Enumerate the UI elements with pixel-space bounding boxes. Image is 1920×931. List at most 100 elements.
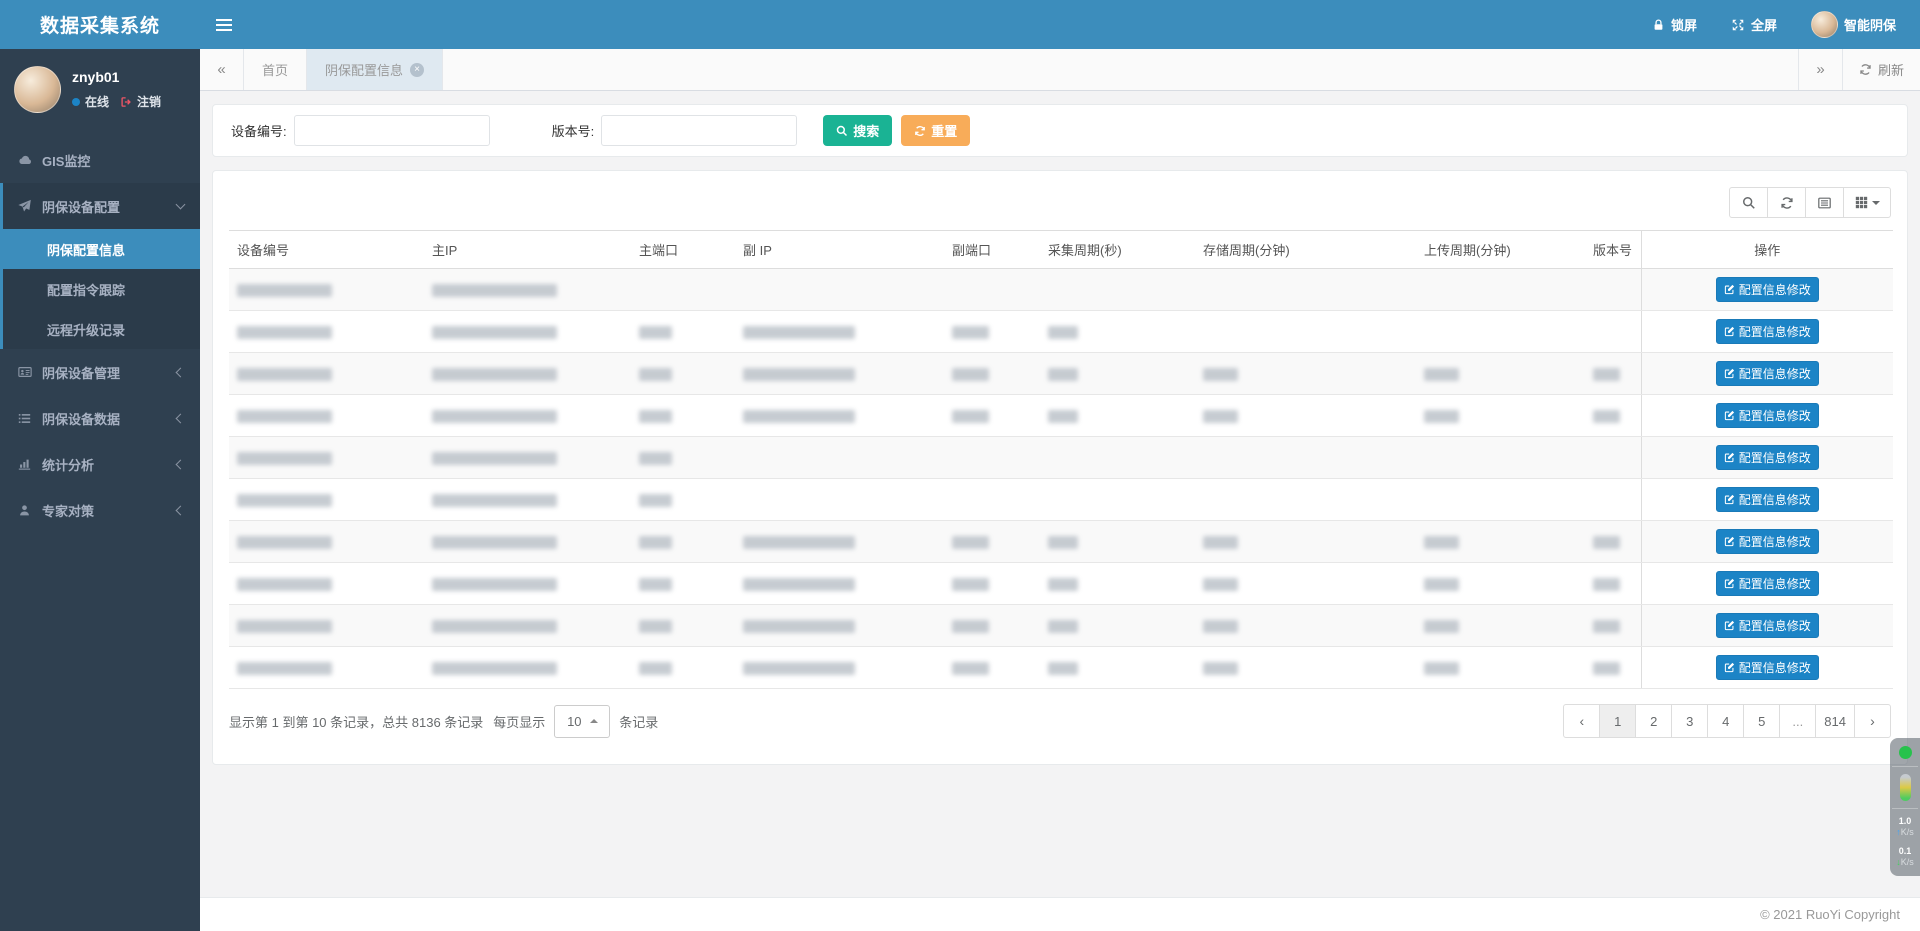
sidebar-item-expert-strategy[interactable]: 专家对策 [0,487,200,533]
table-row: 配置信息修改 [229,353,1893,395]
edit-icon [1724,578,1735,589]
tab-close-icon[interactable]: × [410,63,424,77]
edit-config-button[interactable]: 配置信息修改 [1716,361,1819,386]
net-monitor-widget[interactable]: 1.0 ↑K/s 0.1 ↓K/s [1890,738,1920,876]
table-row: 配置信息修改 [229,605,1893,647]
header-username: 智能阴保 [1844,15,1896,34]
list-icon [16,412,33,425]
page-button[interactable]: 5 [1743,704,1780,738]
per-page-prefix: 每页显示 [493,712,545,731]
edit-icon [1724,284,1735,295]
page-button[interactable]: 3 [1671,704,1708,738]
page-ellipsis: ... [1779,704,1816,738]
edit-config-button[interactable]: 配置信息修改 [1716,571,1819,596]
hamburger-icon [216,16,232,34]
sidebar-item-upgrade-record[interactable]: 远程升级记录 [3,309,200,349]
lock-screen-button[interactable]: 锁屏 [1652,15,1697,34]
col-collect-period: 采集周期(秒) [1040,231,1195,269]
edit-config-button[interactable]: 配置信息修改 [1716,403,1819,428]
bar-chart-icon [16,458,33,471]
edit-config-button[interactable]: 配置信息修改 [1716,529,1819,554]
page-button[interactable]: 1 [1599,704,1636,738]
tab-config-info[interactable]: 阴保配置信息 × [307,49,443,90]
fullscreen-button[interactable]: 全屏 [1731,15,1777,34]
tab-home[interactable]: 首页 [244,49,307,90]
page-button[interactable]: 2 [1635,704,1672,738]
table-row: 配置信息修改 [229,395,1893,437]
refresh-icon [1780,196,1794,210]
page-content: 设备编号: 版本号: 搜索 重置 [200,91,1920,897]
col-action: 操作 [1641,231,1893,269]
sidebar-item-config-info[interactable]: 阴保配置信息 [3,229,200,269]
sidebar-item-gis-monitor[interactable]: GIS监控 [0,137,200,183]
per-page-suffix: 条记录 [619,712,658,731]
user-menu[interactable]: 智能阴保 [1811,11,1896,38]
device-no-input[interactable] [294,115,490,146]
toolbar-toggle-view-button[interactable] [1805,187,1844,218]
col-storage-period: 存储周期(分钟) [1195,231,1416,269]
col-upload-period: 上传周期(分钟) [1416,231,1585,269]
chevron-down-icon [176,200,186,210]
search-button[interactable]: 搜索 [823,115,892,146]
edit-icon [1724,620,1735,631]
grid-icon [1855,196,1868,209]
search-icon [1742,196,1756,210]
page-button[interactable]: 4 [1707,704,1744,738]
table-toolbar [229,187,1891,218]
download-speed: 0.1 ↓K/s [1896,846,1914,869]
table-body: 配置信息修改 [229,269,1893,689]
page-button[interactable]: 814 [1815,704,1855,738]
pagination-row: 显示第 1 到第 10 条记录，总共 8136 条记录 每页显示 10 条记录 … [229,704,1891,738]
table-row: 配置信息修改 [229,437,1893,479]
sidebar-toggle-button[interactable] [200,0,248,49]
col-main-ip: 主IP [424,231,631,269]
table-header-row: 设备编号 主IP 主端口 副 IP 副端口 采集周期(秒) 存储周期(分钟) 上… [229,231,1893,269]
reset-button[interactable]: 重置 [901,115,970,146]
toolbar-refresh-button[interactable] [1767,187,1806,218]
edit-config-button[interactable]: 配置信息修改 [1716,277,1819,302]
sidebar-item-device-config[interactable]: 阴保设备配置 [3,183,200,229]
edit-config-button[interactable]: 配置信息修改 [1716,487,1819,512]
col-sub-port: 副端口 [944,231,1040,269]
double-chevron-left-icon: « [217,61,225,78]
chevron-left-icon [176,505,186,515]
edit-icon [1724,452,1735,463]
cloud-icon [16,153,33,167]
tab-refresh-button[interactable]: 刷新 [1842,49,1920,90]
edit-config-button[interactable]: 配置信息修改 [1716,445,1819,470]
page-size-select[interactable]: 10 [554,705,610,738]
id-card-icon [16,365,33,379]
sidebar-item-device-data[interactable]: 阴保设备数据 [0,395,200,441]
table-panel: 设备编号 主IP 主端口 副 IP 副端口 采集周期(秒) 存储周期(分钟) 上… [212,170,1908,765]
tabs-scroll-right-button[interactable]: » [1798,49,1842,90]
edit-config-button[interactable]: 配置信息修改 [1716,319,1819,344]
col-version: 版本号 [1585,231,1641,269]
list-alt-icon [1817,196,1832,210]
toolbar-search-button[interactable] [1729,187,1768,218]
online-status-dot-icon [72,98,80,106]
sidebar-item-device-manage[interactable]: 阴保设备管理 [0,349,200,395]
sidebar-item-command-trace[interactable]: 配置指令跟踪 [3,269,200,309]
header-actions: 锁屏 全屏 智能阴保 [1652,0,1920,49]
page-prev-button[interactable]: ‹ [1563,704,1600,738]
sidebar-username: znyb01 [72,69,161,85]
tab-bar: « 首页 阴保配置信息 × » 刷新 [200,49,1920,91]
edit-config-button[interactable]: 配置信息修改 [1716,655,1819,680]
tabs-scroll-left-button[interactable]: « [200,49,244,90]
fullscreen-icon [1731,18,1745,32]
toolbar-columns-button[interactable] [1843,187,1891,218]
logout-link[interactable]: 注销 [137,93,161,110]
config-table: 设备编号 主IP 主端口 副 IP 副端口 采集周期(秒) 存储周期(分钟) 上… [229,230,1893,689]
edit-config-button[interactable]: 配置信息修改 [1716,613,1819,638]
main-area: « 首页 阴保配置信息 × » 刷新 设备编号: 版本号: [200,0,1920,931]
table-row: 配置信息修改 [229,563,1893,605]
sidebar-group-device-config: 阴保设备配置 阴保配置信息 配置指令跟踪 远程升级记录 [0,183,200,349]
online-status-label: 在线 [85,93,109,110]
version-input[interactable] [601,115,797,146]
upload-speed: 1.0 ↑K/s [1896,816,1914,839]
sidebar-avatar [14,66,61,113]
double-chevron-right-icon: » [1816,61,1824,78]
col-main-port: 主端口 [631,231,735,269]
sidebar-item-statistics[interactable]: 统计分析 [0,441,200,487]
page-next-button[interactable]: › [1854,704,1891,738]
